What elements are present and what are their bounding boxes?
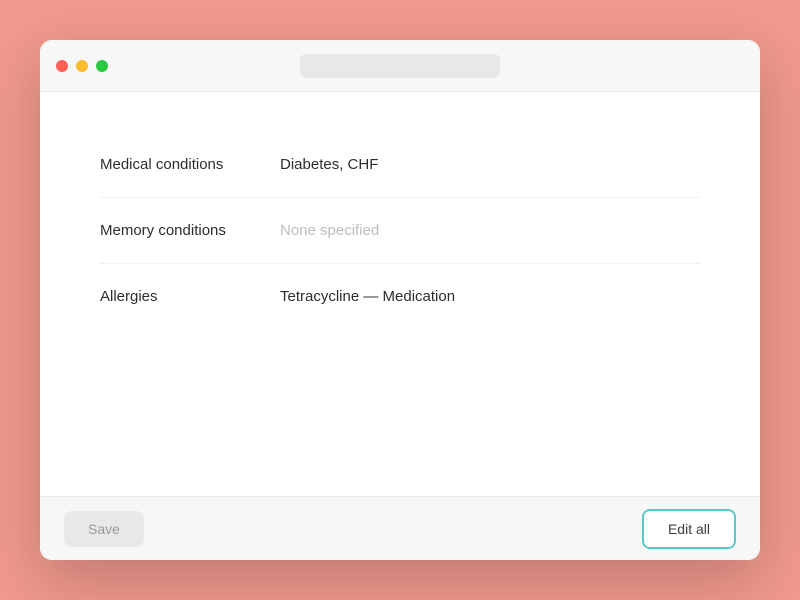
memory-conditions-label: Memory conditions <box>100 222 280 239</box>
close-button[interactable] <box>56 60 68 72</box>
allergies-label: Allergies <box>100 288 280 305</box>
footer: Save Edit all <box>40 496 760 560</box>
save-button[interactable]: Save <box>64 511 144 547</box>
memory-conditions-value: None specified <box>280 222 379 239</box>
medical-conditions-label: Medical conditions <box>100 156 280 173</box>
edit-all-button[interactable]: Edit all <box>642 509 736 549</box>
search-bar[interactable] <box>300 54 500 78</box>
memory-conditions-row: Memory conditions None specified <box>100 198 700 264</box>
maximize-button[interactable] <box>96 60 108 72</box>
traffic-lights <box>56 60 108 72</box>
content-area: Medical conditions Diabetes, CHF Memory … <box>40 92 760 496</box>
main-window: Medical conditions Diabetes, CHF Memory … <box>40 40 760 560</box>
medical-conditions-row: Medical conditions Diabetes, CHF <box>100 132 700 198</box>
medical-conditions-value: Diabetes, CHF <box>280 156 378 173</box>
titlebar <box>40 40 760 92</box>
minimize-button[interactable] <box>76 60 88 72</box>
allergies-row: Allergies Tetracycline — Medication <box>100 264 700 329</box>
allergies-value: Tetracycline — Medication <box>280 288 455 305</box>
